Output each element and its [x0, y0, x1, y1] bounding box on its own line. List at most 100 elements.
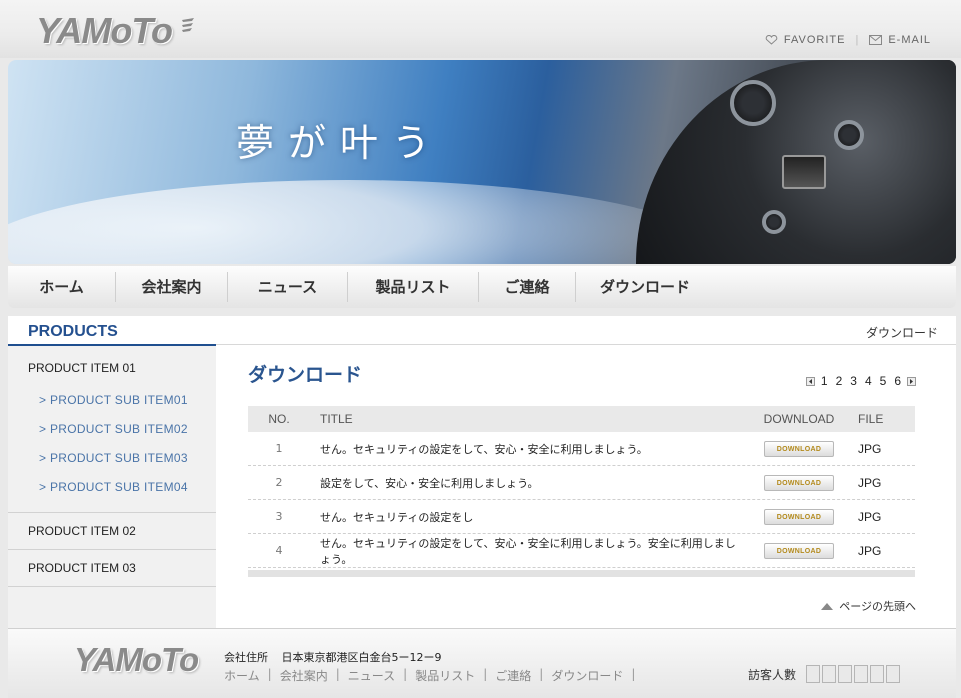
footer-link-separator: | [267, 667, 272, 681]
dashboard-screen [782, 155, 826, 189]
download-button[interactable]: DOWNLOAD [764, 440, 834, 457]
column-header-title: TITLE [320, 412, 353, 426]
email-link[interactable]: E-MAIL [888, 34, 931, 46]
download-table: NO. TITLE DOWNLOAD FILE 1 せん。セキュリティの設定をし… [248, 406, 915, 577]
footer: YAMoTo 会社住所 日本東京都港区白金台5ー12ー9 ホーム | 会社案内 | … [8, 628, 956, 698]
footer-link-contact[interactable]: ご連絡 [495, 667, 531, 684]
sidebar-subitem-01[interactable]: > PRODUCT SUB ITEM01 [8, 386, 216, 415]
footer-link-separator: | [335, 667, 340, 681]
prev-page-icon[interactable] [805, 376, 815, 386]
row-file-type: JPG [858, 543, 882, 558]
row-number: 4 [275, 544, 283, 557]
footer-link-separator: | [403, 667, 408, 681]
footer-link-news[interactable]: ニュース [348, 667, 395, 684]
column-header-download: DOWNLOAD [763, 412, 835, 426]
table-footer-bar [248, 570, 915, 577]
top-bar: YAMoTo FAVORITE | E-MAIL [0, 0, 961, 58]
banner-swoosh [8, 180, 728, 264]
row-file-type: JPG [858, 509, 882, 524]
table-header: NO. TITLE DOWNLOAD FILE [248, 406, 915, 432]
page-link[interactable]: 5 [878, 374, 889, 388]
row-number: 3 [275, 510, 283, 523]
mail-icon [869, 35, 883, 45]
nav-item-news[interactable]: ニュース [228, 272, 348, 302]
page-link[interactable]: 1 [819, 374, 830, 388]
counter-digit-box [870, 665, 884, 683]
table-row: 2 設定をして、安心・安全に利用しましょう。 DOWNLOAD JPG [248, 466, 915, 500]
counter-digit-box [854, 665, 868, 683]
row-title[interactable]: せん。セキュリティの設定をし [310, 509, 740, 525]
next-page-icon[interactable] [907, 376, 916, 386]
table-row: 1 せん。セキュリティの設定をして、安心・安全に利用しましょう。 DOWNLOA… [248, 432, 915, 466]
link-separator: | [855, 34, 860, 46]
column-header-file: FILE [858, 412, 884, 426]
sidebar-subitem-02[interactable]: > PRODUCT SUB ITEM02 [8, 415, 216, 444]
banner-slogan: 夢が叶う [236, 121, 445, 165]
footer-link-home[interactable]: ホーム [224, 667, 260, 684]
download-button[interactable]: DOWNLOAD [764, 508, 834, 525]
download-cell: DOWNLOAD [740, 440, 858, 457]
row-file-type: JPG [858, 441, 882, 456]
column-header-no: NO. [268, 412, 290, 426]
download-cell: DOWNLOAD [740, 508, 858, 525]
nav-item-contact[interactable]: ご連絡 [479, 272, 576, 302]
page-link[interactable]: 6 [892, 374, 903, 388]
hero-banner: 夢が叶う [8, 60, 956, 264]
footer-links: ホーム | 会社案内 | ニュース | 製品リスト | ご連絡 | ダウンロード | [224, 667, 643, 684]
row-title[interactable]: せん。セキュリティの設定をして、安心・安全に利用しましょう。 [310, 441, 740, 457]
download-cell: DOWNLOAD [740, 474, 858, 491]
visitor-counter: 訪客人數 [748, 665, 900, 683]
breadcrumb-divider [216, 344, 956, 345]
main-content: ダウンロード ダウンロード 1 2 3 4 5 6 NO. TITLE DOWN… [216, 316, 956, 628]
page-link[interactable]: 2 [834, 374, 845, 388]
nav-item-home[interactable]: ホーム [8, 272, 116, 302]
sidebar-item-product-02[interactable]: PRODUCT ITEM 02 [8, 513, 216, 549]
footer-link-download[interactable]: ダウンロード [551, 667, 623, 684]
sidebar-item-product-03[interactable]: PRODUCT ITEM 03 [8, 550, 216, 586]
pagination: 1 2 3 4 5 6 [805, 374, 916, 388]
sidebar-divider [8, 586, 216, 587]
sidebar-subitem-04[interactable]: > PRODUCT SUB ITEM04 [8, 473, 216, 502]
footer-link-company[interactable]: 会社案内 [280, 667, 328, 684]
arrow-up-icon [821, 602, 834, 610]
table-row: 3 せん。セキュリティの設定をし DOWNLOAD JPG [248, 500, 915, 534]
main-nav: ホーム 会社案内 ニュース 製品リスト ご連絡 ダウンロード [8, 266, 956, 308]
address-text: 日本東京都港区白金台5ー12ー9 [281, 651, 442, 664]
dashboard-knob [762, 210, 786, 234]
counter-digit-box [886, 665, 900, 683]
footer-link-products[interactable]: 製品リスト [415, 667, 475, 684]
footer-logo[interactable]: YAMoTo [74, 641, 199, 679]
top-links: FAVORITE | E-MAIL [765, 34, 931, 46]
page-title: ダウンロード [248, 364, 363, 386]
address-label: 会社住所 [224, 651, 268, 664]
nav-item-company[interactable]: 会社案内 [116, 272, 228, 302]
nav-item-download[interactable]: ダウンロード [576, 272, 714, 302]
footer-address: 会社住所 日本東京都港区白金台5ー12ー9 [224, 649, 452, 665]
footer-link-separator: | [539, 667, 544, 681]
nav-item-products[interactable]: 製品リスト [348, 272, 479, 302]
back-to-top-link[interactable]: ページの先頭へ [821, 598, 916, 614]
download-button[interactable]: DOWNLOAD [764, 542, 834, 559]
logo-wing-icon [182, 18, 194, 32]
download-button[interactable]: DOWNLOAD [764, 474, 834, 491]
download-cell: DOWNLOAD [740, 542, 858, 559]
back-to-top-label: ページの先頭へ [839, 600, 916, 613]
footer-link-separator: | [483, 667, 488, 681]
sidebar: PRODUCTS PRODUCT ITEM 01 > PRODUCT SUB I… [8, 316, 216, 628]
page-link[interactable]: 3 [848, 374, 859, 388]
sidebar-item-product-01[interactable]: PRODUCT ITEM 01 [8, 350, 216, 386]
page-link[interactable]: 4 [863, 374, 874, 388]
sidebar-subitem-03[interactable]: > PRODUCT SUB ITEM03 [8, 444, 216, 473]
counter-digit-box [806, 665, 820, 683]
row-number: 1 [275, 442, 283, 455]
row-file-type: JPG [858, 475, 882, 490]
favorite-link[interactable]: FAVORITE [784, 34, 846, 46]
row-title[interactable]: 設定をして、安心・安全に利用しましょう。 [310, 475, 740, 491]
row-title[interactable]: せん。セキュリティの設定をして、安心・安全に利用しましょう。安全に利用しましょう… [310, 535, 740, 567]
footer-link-separator: | [631, 667, 636, 681]
site-logo[interactable]: YAMoTo [36, 10, 173, 54]
dashboard-dial [834, 120, 864, 150]
row-number: 2 [275, 476, 283, 489]
counter-digit-box [838, 665, 852, 683]
table-row: 4 せん。セキュリティの設定をして、安心・安全に利用しましょう。安全に利用しまし… [248, 534, 915, 568]
